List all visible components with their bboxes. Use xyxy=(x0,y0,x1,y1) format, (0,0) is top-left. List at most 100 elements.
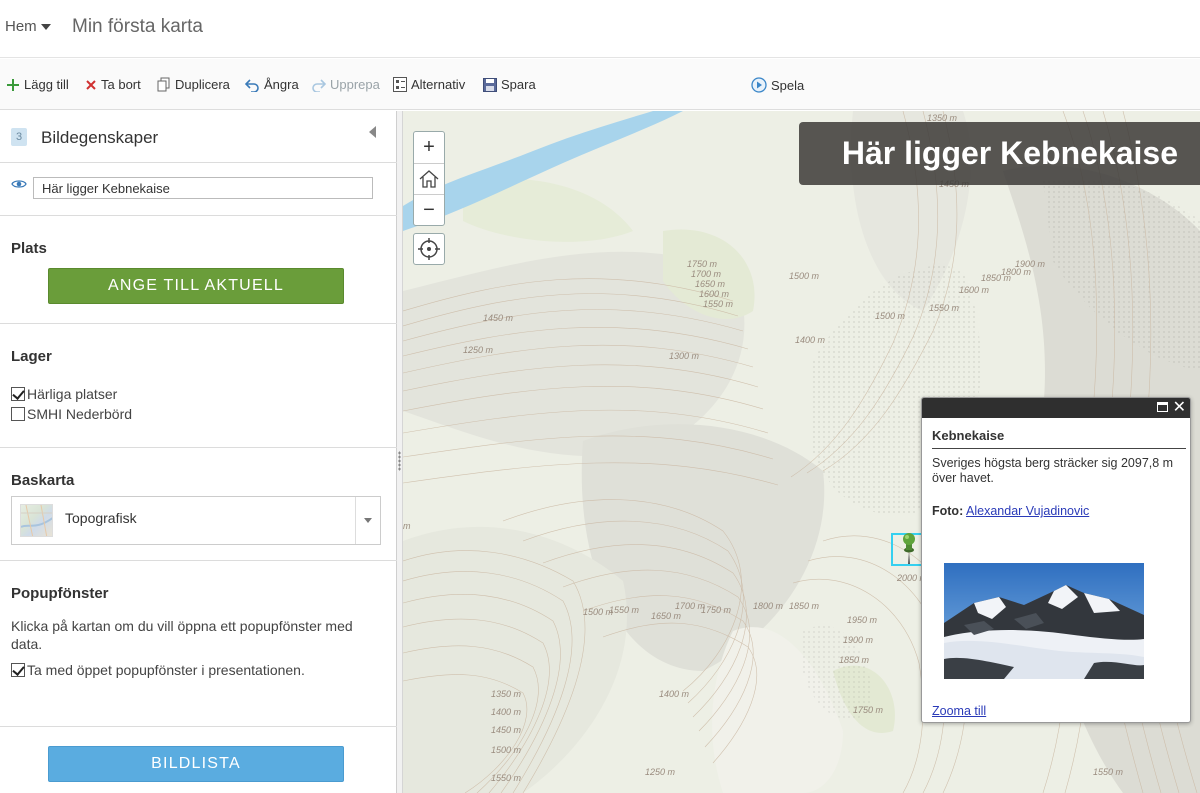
home-label: Hem xyxy=(5,18,37,35)
top-header: Hem Min första karta xyxy=(0,0,1200,58)
contour-label: 1700 m xyxy=(691,269,722,279)
location-heading: Plats xyxy=(11,240,47,257)
home-extent-button[interactable] xyxy=(414,163,444,194)
include-popup-option[interactable]: Ta med öppet popupfönster i presentation… xyxy=(11,662,305,678)
include-popup-checkbox[interactable] xyxy=(11,663,25,677)
contour-label: 1950 m xyxy=(847,615,878,625)
contour-label: 1800 m xyxy=(753,601,784,611)
home-menu[interactable]: Hem xyxy=(5,18,51,35)
contour-label: 1850 m xyxy=(981,273,1012,283)
contour-label: 1550 m xyxy=(609,605,640,615)
zoom-to-link[interactable]: Zooma till xyxy=(932,704,986,718)
locate-icon xyxy=(418,238,440,260)
popup-heading: Popupfönster xyxy=(11,585,109,602)
layers-heading: Lager xyxy=(11,348,52,365)
contour-label: 1400 m xyxy=(795,335,826,345)
panel-header: 3 Bildegenskaper xyxy=(0,111,397,163)
contour-label: 1450 m xyxy=(491,725,522,735)
play-button[interactable]: Spela xyxy=(751,77,804,93)
feature-popup: ✕ Kebnekaise Sveriges högsta berg sträck… xyxy=(921,397,1191,723)
layer-harliga-platser[interactable]: Härliga platser xyxy=(11,386,117,402)
map-title: Min första karta xyxy=(72,16,203,37)
remove-label: Ta bort xyxy=(101,77,141,92)
home-icon xyxy=(419,170,439,188)
contour-label: 1550 m xyxy=(491,773,522,783)
contour-label: 1500 m xyxy=(875,311,906,321)
toolbar: Lägg till Ta bort Duplicera Ångra Upprep… xyxy=(0,59,1200,110)
contour-label: 1450 m xyxy=(483,313,514,323)
delete-icon xyxy=(86,79,96,90)
zoom-in-button[interactable]: + xyxy=(414,132,444,163)
basemap-section: Baskarta Topografisk xyxy=(0,448,397,561)
slide-list-button[interactable]: BILDLISTA xyxy=(48,746,344,782)
popup-description: Klicka på kartan om du vill öppna ett po… xyxy=(11,618,353,652)
add-button[interactable]: Lägg till xyxy=(6,77,69,92)
maximize-icon[interactable] xyxy=(1157,402,1168,412)
layers-section: Lager Härliga platser SMHI Nederbörd xyxy=(0,324,397,448)
contour-label: 1300 m xyxy=(669,351,700,361)
options-button[interactable]: Alternativ xyxy=(393,77,465,92)
slide-title-section xyxy=(0,163,397,216)
slide-title-banner: Här ligger Kebnekaise xyxy=(799,122,1200,185)
photo-credit-label: Foto: xyxy=(932,504,964,518)
options-icon xyxy=(393,77,407,92)
contour-label: 1500 m xyxy=(789,271,820,281)
photo-credit-link[interactable]: Alexandar Vujadinovic xyxy=(966,504,1089,518)
popup-title: Kebnekaise xyxy=(932,428,1005,443)
options-label: Alternativ xyxy=(411,77,466,92)
duplicate-label: Duplicera xyxy=(175,77,230,92)
map-pin-icon[interactable] xyxy=(900,533,918,565)
contour-label: 1750 m xyxy=(687,259,718,269)
drag-handle-icon xyxy=(398,451,401,471)
undo-icon xyxy=(245,78,259,92)
chevron-down-icon[interactable] xyxy=(355,497,380,544)
eye-icon[interactable] xyxy=(11,178,27,190)
contour-label: 1750 m xyxy=(701,605,732,615)
basemap-heading: Baskarta xyxy=(11,472,75,489)
plus-icon xyxy=(7,78,19,91)
duplicate-icon xyxy=(157,77,170,92)
remove-button[interactable]: Ta bort xyxy=(85,77,141,92)
layer-checkbox[interactable] xyxy=(11,407,25,421)
close-icon[interactable]: ✕ xyxy=(1173,399,1186,416)
undo-label: Ångra xyxy=(264,77,299,92)
contour-label: 1600 m xyxy=(699,289,730,299)
play-icon xyxy=(751,77,767,93)
zoom-out-button[interactable]: − xyxy=(414,194,444,225)
undo-button[interactable]: Ångra xyxy=(245,77,299,92)
contour-label: 1550 m xyxy=(929,303,960,313)
redo-button[interactable]: Upprepa xyxy=(311,77,380,92)
layer-label: Härliga platser xyxy=(27,386,118,402)
collapse-panel-icon[interactable] xyxy=(369,126,376,138)
basemap-select[interactable]: Topografisk xyxy=(11,496,381,545)
chevron-down-icon xyxy=(40,24,51,30)
duplicate-button[interactable]: Duplicera xyxy=(157,77,230,92)
popup-description: Sveriges högsta berg sträcker sig 2097,8… xyxy=(932,456,1174,485)
save-button[interactable]: Spara xyxy=(483,77,536,92)
contour-label: 1650 m xyxy=(695,279,726,289)
popup-header: ✕ xyxy=(922,398,1190,418)
add-label: Lägg till xyxy=(24,77,69,92)
contour-label: 1900 m xyxy=(1015,259,1046,269)
contour-label: 1650 m xyxy=(651,611,682,621)
map-view[interactable]: 1350 m 1450 m 1750 m 1700 m 1650 m 1600 … xyxy=(403,111,1200,793)
popup-photo[interactable] xyxy=(944,563,1144,679)
layer-smhi-nederbord[interactable]: SMHI Nederbörd xyxy=(11,406,132,422)
location-section: Plats ANGE TILL AKTUELL xyxy=(0,216,397,324)
basemap-selected-label: Topografisk xyxy=(65,510,137,526)
contour-label: 1500 m xyxy=(491,745,522,755)
basemap-thumbnail xyxy=(20,504,53,537)
contour-label: 1400 m xyxy=(659,689,690,699)
contour-label: m xyxy=(403,521,411,531)
redo-icon xyxy=(312,78,326,92)
set-current-button[interactable]: ANGE TILL AKTUELL xyxy=(48,268,344,304)
contour-label: 1250 m xyxy=(645,767,676,777)
layer-label: SMHI Nederbörd xyxy=(27,406,133,422)
panel-title: Bildegenskaper xyxy=(41,128,159,147)
slide-title-input[interactable] xyxy=(33,177,373,199)
contour-label: 1850 m xyxy=(789,601,820,611)
popup-section: Popupfönster Klicka på kartan om du vill… xyxy=(0,561,397,727)
layer-checkbox[interactable] xyxy=(11,387,25,401)
play-label: Spela xyxy=(771,77,805,93)
locate-button[interactable] xyxy=(413,233,445,265)
